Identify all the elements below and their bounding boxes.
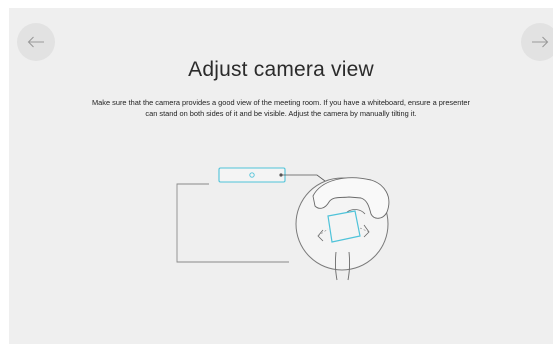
camera-tilt-illustration bbox=[176, 167, 390, 281]
page-title: Adjust camera view bbox=[188, 58, 374, 81]
arrow-right-icon bbox=[532, 36, 549, 48]
camera-unit bbox=[218, 167, 286, 183]
page-description: Make sure that the camera provides a goo… bbox=[92, 98, 470, 118]
next-button[interactable] bbox=[521, 23, 553, 61]
arrow-left-icon bbox=[27, 36, 44, 48]
setup-screen: Adjust camera view Make sure that the ca… bbox=[9, 8, 553, 344]
back-button[interactable] bbox=[17, 23, 55, 61]
